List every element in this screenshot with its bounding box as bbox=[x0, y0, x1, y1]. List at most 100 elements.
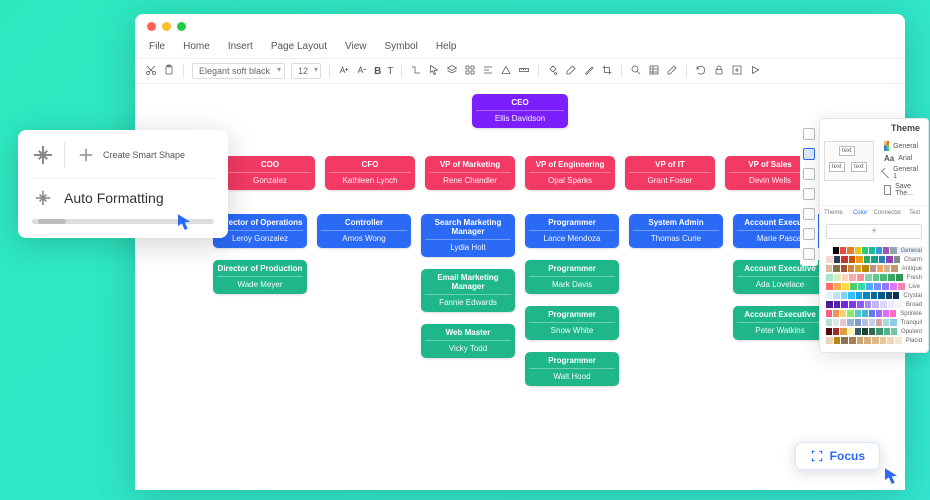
text-icon[interactable]: T bbox=[387, 66, 393, 77]
swatch[interactable] bbox=[855, 319, 861, 326]
palette-row[interactable]: Antique bbox=[826, 265, 922, 272]
swatch[interactable] bbox=[826, 301, 833, 308]
swatch[interactable] bbox=[876, 319, 882, 326]
swatch[interactable] bbox=[866, 283, 873, 290]
theme-tab-color[interactable]: Color bbox=[847, 206, 874, 220]
swatch[interactable] bbox=[883, 310, 889, 317]
swatch[interactable] bbox=[848, 265, 854, 272]
align-icon[interactable] bbox=[482, 64, 494, 78]
swatch[interactable] bbox=[880, 337, 887, 344]
swatch[interactable] bbox=[893, 292, 899, 299]
org-node[interactable]: ProgrammerLance Mendoza bbox=[525, 214, 619, 248]
palette-row[interactable]: Fresh bbox=[826, 274, 922, 281]
swatch[interactable] bbox=[869, 319, 875, 326]
lock-icon[interactable] bbox=[713, 64, 725, 78]
palette-row[interactable]: Live bbox=[826, 283, 922, 290]
strip-shape-icon[interactable] bbox=[803, 168, 815, 180]
swatch[interactable] bbox=[826, 319, 832, 326]
palette-row[interactable]: Broad bbox=[826, 301, 922, 308]
swatch[interactable] bbox=[876, 328, 882, 335]
swatch[interactable] bbox=[855, 310, 861, 317]
font-increase-icon[interactable] bbox=[338, 64, 350, 78]
menu-help[interactable]: Help bbox=[436, 41, 457, 52]
swatch[interactable] bbox=[833, 319, 839, 326]
swatch[interactable] bbox=[880, 274, 887, 281]
swatch[interactable] bbox=[882, 283, 889, 290]
swatch[interactable] bbox=[849, 337, 856, 344]
strip-chevron-icon[interactable] bbox=[803, 128, 815, 140]
swatch[interactable] bbox=[834, 301, 841, 308]
swatch[interactable] bbox=[886, 256, 893, 263]
font-decrease-icon[interactable] bbox=[356, 64, 368, 78]
swatch[interactable] bbox=[876, 310, 882, 317]
brush-icon[interactable] bbox=[565, 64, 577, 78]
swatch[interactable] bbox=[891, 328, 897, 335]
swatch[interactable] bbox=[840, 328, 846, 335]
org-node[interactable]: VP of MarketingRene Chandler bbox=[425, 156, 515, 190]
swatch[interactable] bbox=[871, 256, 878, 263]
undo-icon[interactable] bbox=[695, 64, 707, 78]
swatch[interactable] bbox=[894, 256, 901, 263]
swatch[interactable] bbox=[874, 283, 881, 290]
swatch[interactable] bbox=[826, 256, 833, 263]
org-node[interactable]: Account ExecutivePeter Watkins bbox=[733, 306, 827, 340]
swatch[interactable] bbox=[864, 256, 871, 263]
swatch[interactable] bbox=[841, 292, 847, 299]
org-node[interactable]: COOGonzalez bbox=[225, 156, 315, 190]
size-select[interactable]: 12 bbox=[291, 63, 321, 79]
maximize-dot[interactable] bbox=[177, 22, 186, 31]
org-node[interactable]: VP of EngineeringOpal Sparks bbox=[525, 156, 615, 190]
swatch[interactable] bbox=[871, 292, 877, 299]
palette-row[interactable]: Placid bbox=[826, 337, 922, 344]
swatch[interactable] bbox=[895, 337, 902, 344]
swatch[interactable] bbox=[888, 301, 895, 308]
swatch[interactable] bbox=[848, 292, 854, 299]
swatch[interactable] bbox=[886, 292, 892, 299]
swatch[interactable] bbox=[876, 247, 882, 254]
swatch[interactable] bbox=[842, 274, 849, 281]
strip-theme-icon[interactable] bbox=[803, 148, 815, 160]
theme-opt[interactable]: General 1 bbox=[884, 166, 918, 180]
swatch[interactable] bbox=[833, 328, 839, 335]
swatch[interactable] bbox=[877, 265, 883, 272]
swatch[interactable] bbox=[864, 337, 871, 344]
table-icon[interactable] bbox=[648, 64, 660, 78]
swatch[interactable] bbox=[869, 247, 875, 254]
minimize-dot[interactable] bbox=[162, 22, 171, 31]
swatch[interactable] bbox=[847, 310, 853, 317]
swatch[interactable] bbox=[840, 310, 846, 317]
edit-icon[interactable] bbox=[666, 64, 678, 78]
focus-button[interactable]: Focus bbox=[795, 442, 880, 470]
theme-opt[interactable]: General bbox=[884, 141, 918, 151]
swatch[interactable] bbox=[834, 256, 841, 263]
theme-opt[interactable]: Aa Arial bbox=[884, 154, 918, 163]
swatch[interactable] bbox=[890, 283, 897, 290]
close-dot[interactable] bbox=[147, 22, 156, 31]
strip-layer-icon[interactable] bbox=[803, 208, 815, 220]
swatch[interactable] bbox=[862, 265, 868, 272]
swatch[interactable] bbox=[841, 301, 848, 308]
swatch[interactable] bbox=[834, 283, 841, 290]
cut-icon[interactable] bbox=[145, 64, 157, 78]
swatch[interactable] bbox=[870, 265, 876, 272]
org-node[interactable]: ProgrammerWalt Hood bbox=[525, 352, 619, 386]
swatch[interactable] bbox=[826, 337, 833, 344]
font-select[interactable]: Elegant soft black bbox=[192, 63, 285, 79]
smart-shape-label[interactable]: Create Smart Shape bbox=[103, 150, 185, 161]
swatch[interactable] bbox=[898, 283, 905, 290]
auto-format-icon[interactable] bbox=[34, 189, 52, 207]
swatch[interactable] bbox=[880, 301, 887, 308]
connector-icon[interactable] bbox=[410, 64, 422, 78]
swatch[interactable] bbox=[826, 310, 832, 317]
swatch[interactable] bbox=[849, 256, 856, 263]
swatch[interactable] bbox=[883, 247, 889, 254]
strip-expand-icon[interactable] bbox=[803, 248, 815, 260]
export-icon[interactable] bbox=[731, 64, 743, 78]
swatch[interactable] bbox=[896, 274, 903, 281]
swatch[interactable] bbox=[833, 310, 839, 317]
swatch[interactable] bbox=[834, 274, 841, 281]
layers-icon[interactable] bbox=[446, 64, 458, 78]
org-node[interactable]: Web MasterVicky Todd bbox=[421, 324, 515, 358]
triangle-icon[interactable] bbox=[500, 64, 512, 78]
strip-cube-icon[interactable] bbox=[803, 188, 815, 200]
